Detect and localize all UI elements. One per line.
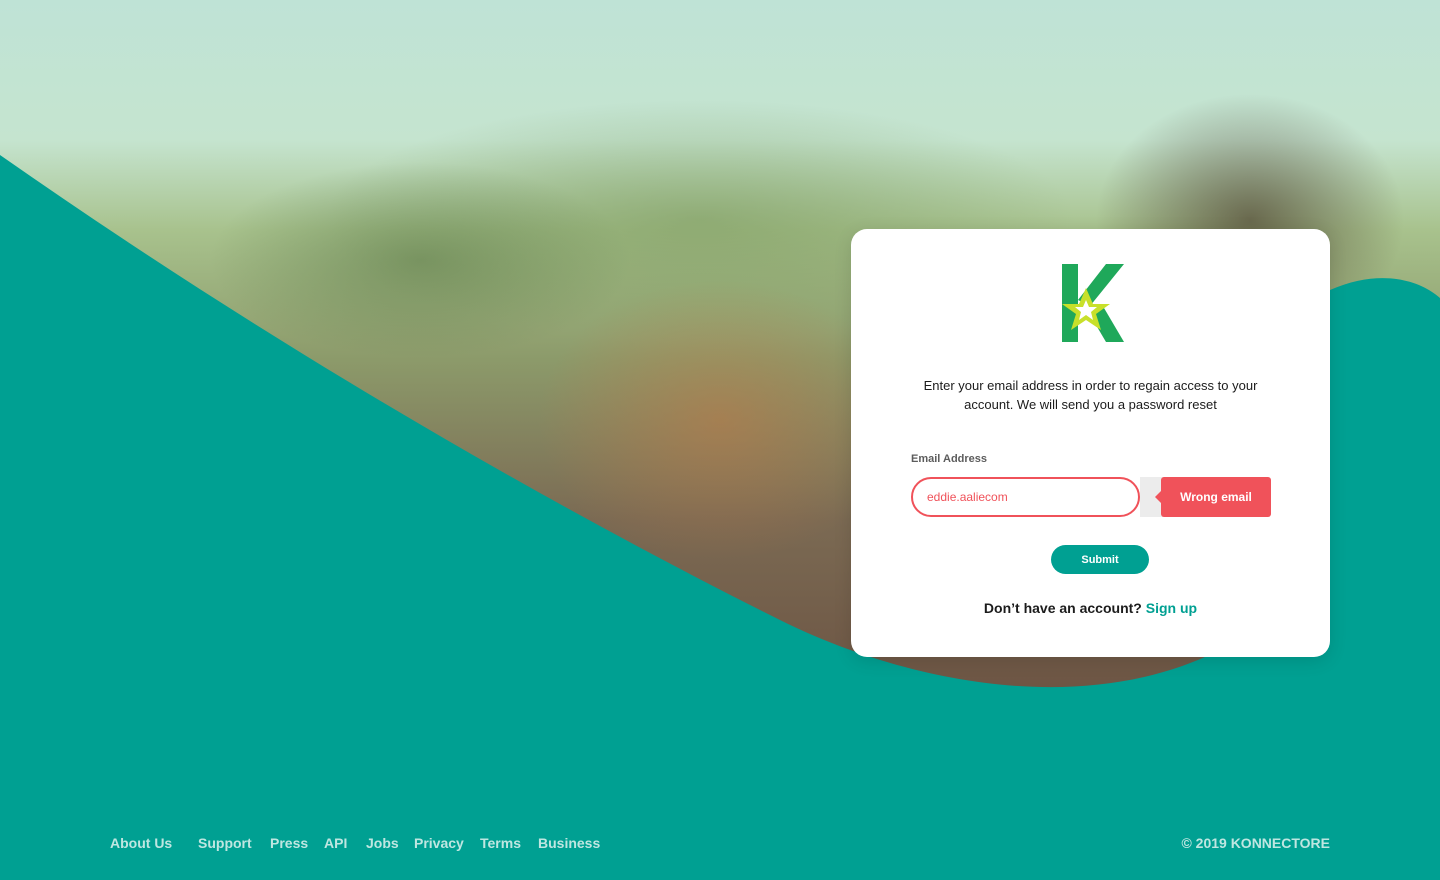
submit-button[interactable]: Submit [1051,545,1149,574]
email-input[interactable] [911,477,1140,517]
konnectore-logo-icon [1062,264,1124,342]
footer-link-about-us[interactable]: About Us [110,835,172,851]
footer-link-press[interactable]: Press [270,835,308,851]
intro-text: Enter your email address in order to reg… [923,378,1258,412]
footer-link-support[interactable]: Support [198,835,252,851]
signup-link[interactable]: Sign up [1146,600,1197,616]
footer-link-privacy[interactable]: Privacy [414,835,464,851]
signup-row: Don’t have an account? Sign up [851,600,1330,616]
email-label: Email Address [911,453,988,465]
footer-link-api[interactable]: API [324,835,347,851]
copyright: © 2019 KONNECTORE [1181,835,1330,851]
password-reset-card: Enter your email address in order to reg… [851,229,1330,657]
signup-prompt: Don’t have an account? [983,600,1142,616]
email-error-badge: Wrong email [1155,477,1271,517]
footer-link-terms[interactable]: Terms [480,835,521,851]
footer-link-business[interactable]: Business [538,835,600,851]
footer-link-jobs[interactable]: Jobs [366,835,399,851]
